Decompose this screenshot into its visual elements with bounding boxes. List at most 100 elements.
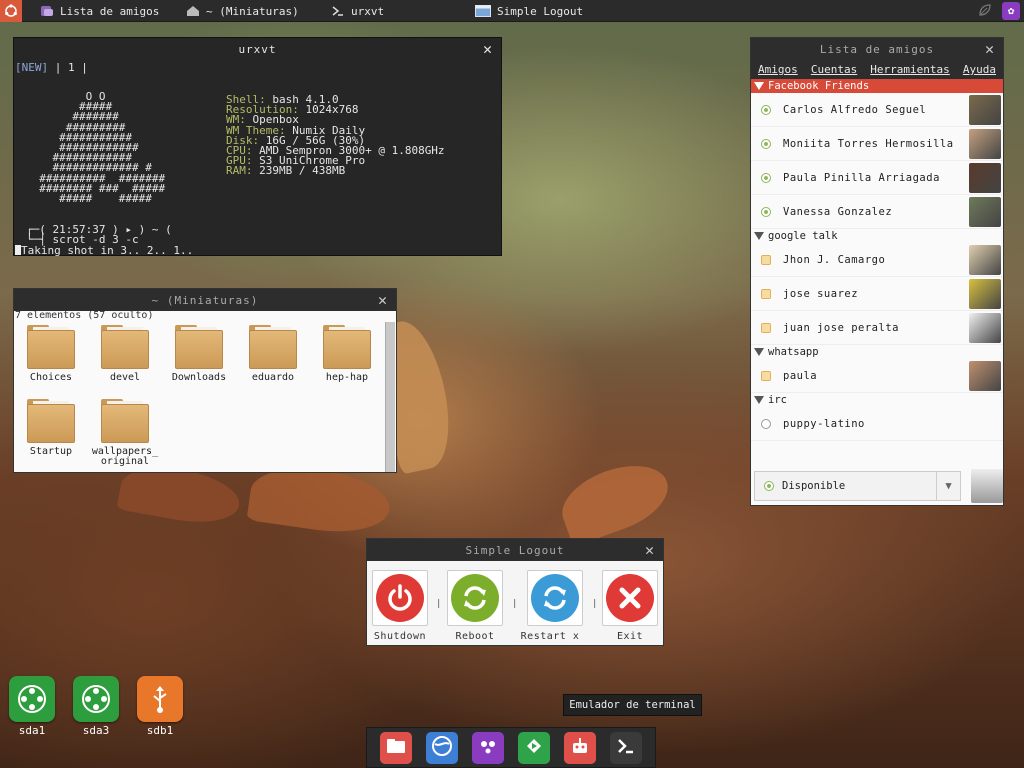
taskbar-item-logout[interactable]: Simple Logout: [467, 0, 591, 22]
dock-terminal[interactable]: [610, 731, 642, 764]
restart-icon: [531, 574, 579, 622]
drive-sdb1[interactable]: sdb1: [136, 676, 184, 737]
reboot-button[interactable]: [447, 570, 503, 626]
buddy-row[interactable]: puppy-latino: [751, 407, 1003, 441]
titlebar[interactable]: urxvt ✕: [14, 38, 501, 60]
taskbar-item-buddylist[interactable]: Lista de amigos: [32, 0, 167, 22]
expander-triangle-icon: [754, 396, 764, 404]
buddy-avatar: [969, 361, 1001, 391]
buddy-row[interactable]: Moniita Torres Hermosilla: [751, 127, 1003, 161]
folder-item[interactable]: Choices: [16, 325, 86, 383]
close-icon[interactable]: ✕: [378, 291, 388, 309]
system-tray: ✿: [978, 2, 1020, 20]
drive-label: sdb1: [146, 724, 174, 737]
away-status-icon: [761, 254, 771, 265]
separator: |: [436, 599, 442, 609]
group-name: Facebook Friends: [768, 80, 870, 92]
buddy-avatar: [969, 279, 1001, 309]
power-icon: [376, 574, 424, 622]
available-status-icon: [761, 206, 771, 217]
dock-software-installer[interactable]: [564, 731, 596, 764]
buddy-name: Paula Pinilla Arriagada: [783, 171, 940, 184]
buddy-row[interactable]: juan jose peralta: [751, 311, 1003, 345]
menu-amigos[interactable]: Amigos: [758, 63, 798, 76]
menu-ayuda[interactable]: Ayuda: [963, 63, 996, 76]
exit-icon: [606, 574, 654, 622]
titlebar[interactable]: Simple Logout ✕: [367, 539, 663, 561]
taskbar-item-label: ~ (Miniaturas): [206, 4, 299, 18]
urxvt-window[interactable]: urxvt ✕ [NEW] | 1 | O O ##### ####### ##…: [13, 37, 502, 256]
info-value: 1024x768: [305, 103, 359, 117]
shutdown-button[interactable]: [372, 570, 428, 626]
buddy-name: Moniita Torres Hermosilla: [783, 137, 954, 150]
home-folder-icon: [186, 5, 200, 17]
scrollbar[interactable]: [385, 322, 395, 472]
exit-button[interactable]: [602, 570, 658, 626]
expander-triangle-icon: [754, 232, 764, 240]
folder-icon: [386, 738, 406, 757]
expander-triangle-icon: [754, 348, 764, 356]
ubuntu-menu-button[interactable]: [0, 0, 22, 22]
buddy-row[interactable]: Jhon J. Camargo: [751, 243, 1003, 277]
folder-item[interactable]: eduardo: [238, 325, 308, 383]
taskbar-item-filemanager[interactable]: ~ (Miniaturas): [178, 0, 307, 22]
group-name: google talk: [768, 230, 838, 242]
group-header[interactable]: irc: [751, 393, 1003, 407]
taskbar-item-urxvt[interactable]: urxvt: [323, 0, 392, 22]
close-icon[interactable]: ✕: [985, 40, 995, 58]
drive-label: sda1: [18, 724, 46, 737]
folder-item[interactable]: devel: [90, 325, 160, 383]
folder-item[interactable]: Downloads: [164, 325, 234, 383]
close-icon[interactable]: ✕: [483, 40, 493, 58]
status-selector[interactable]: Disponible ▼: [754, 471, 961, 501]
group-header[interactable]: Facebook Friends: [751, 79, 1003, 93]
tag-new: [NEW]: [15, 61, 49, 74]
drive-icon: [73, 676, 119, 722]
globe-icon: [431, 735, 453, 760]
dock-file-manager[interactable]: [380, 731, 412, 764]
buddy-name: Vanessa Gonzalez: [783, 205, 893, 218]
away-status-icon: [761, 288, 771, 299]
buddy-list-window[interactable]: Lista de amigos ✕ Amigos Cuentas Herrami…: [750, 37, 1004, 506]
buddy-avatar: [969, 129, 1001, 159]
titlebar[interactable]: Lista de amigos ✕: [751, 38, 1003, 60]
close-icon[interactable]: ✕: [645, 541, 655, 559]
drive-sda1[interactable]: sda1: [8, 676, 56, 737]
dock-media-player[interactable]: [518, 731, 550, 764]
my-avatar[interactable]: [971, 469, 1003, 503]
dock-web-browser[interactable]: [426, 731, 458, 764]
buddy-name: Carlos Alfredo Seguel: [783, 103, 927, 116]
file-manager-window[interactable]: ~ (Miniaturas) ✕ 7 elementos (57 oculto)…: [13, 288, 397, 473]
buddy-row[interactable]: Carlos Alfredo Seguel: [751, 93, 1003, 127]
menu-bar: Amigos Cuentas Herramientas Ayuda: [751, 60, 1003, 79]
logout-window[interactable]: Simple Logout ✕ | | | Shutdown Reboot Re…: [366, 538, 664, 646]
window-icon: [475, 5, 491, 17]
menu-herramientas[interactable]: Herramientas: [870, 63, 949, 76]
terminal-content[interactable]: [NEW] | 1 | O O ##### ####### ######### …: [14, 60, 501, 256]
chevron-down-icon[interactable]: ▼: [936, 472, 960, 500]
drive-sda3[interactable]: sda3: [72, 676, 120, 737]
restart-x-button[interactable]: [527, 570, 583, 626]
available-status-icon: [761, 172, 771, 183]
buddy-row[interactable]: Vanessa Gonzalez: [751, 195, 1003, 229]
folder-item[interactable]: Startup: [16, 399, 86, 457]
folder-item[interactable]: wallpapers_ original: [90, 399, 160, 467]
buddy-row[interactable]: jose suarez: [751, 277, 1003, 311]
pidgin-tray-icon[interactable]: ✿: [1002, 2, 1020, 20]
menu-cuentas[interactable]: Cuentas: [811, 63, 857, 76]
wallpaper-leaf: [553, 452, 677, 548]
window-title: ~ (Miniaturas): [151, 293, 259, 307]
reboot-icon: [451, 574, 499, 622]
taskbar-item-label: urxvt: [351, 4, 385, 18]
titlebar[interactable]: ~ (Miniaturas) ✕: [14, 289, 396, 311]
group-header[interactable]: whatsapp: [751, 345, 1003, 359]
leaf-icon[interactable]: [978, 3, 992, 20]
taskbar-item-label: Lista de amigos: [60, 4, 160, 18]
dock-pidgin[interactable]: [472, 731, 504, 764]
pidgin-icon: [477, 735, 499, 760]
buddy-row[interactable]: paula: [751, 359, 1003, 393]
buddy-list: Facebook Friends Carlos Alfredo Seguel Mon…: [751, 79, 1003, 441]
folder-item[interactable]: hep-hap: [312, 325, 382, 383]
buddy-row[interactable]: Paula Pinilla Arriagada: [751, 161, 1003, 195]
group-header[interactable]: google talk: [751, 229, 1003, 243]
